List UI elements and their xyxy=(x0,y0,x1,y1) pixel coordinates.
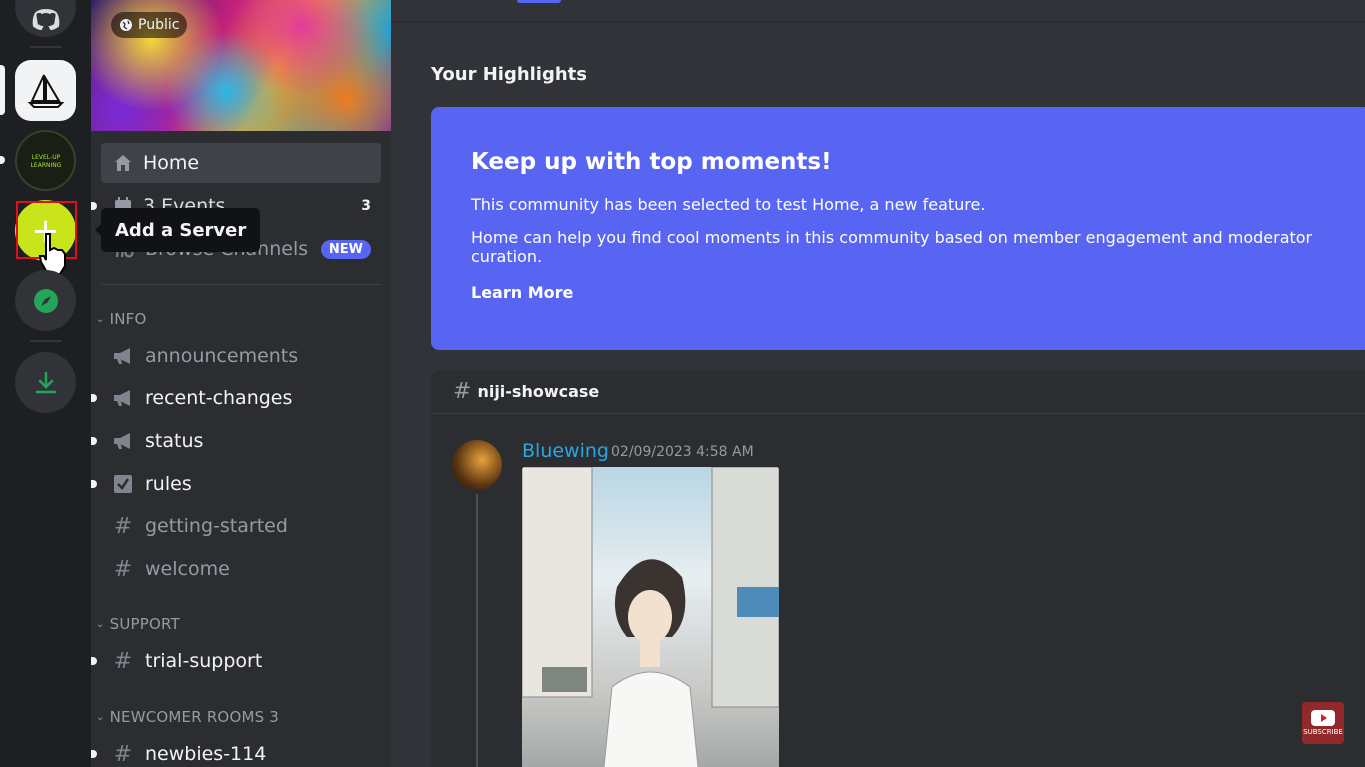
channel-announcements[interactable]: announcements xyxy=(101,338,381,374)
category-newcomer-rooms[interactable]: ⌄ NEWCOMER ROOMS 3 xyxy=(96,708,279,726)
new-badge: NEW xyxy=(320,239,371,259)
hash-icon: # xyxy=(113,513,133,539)
category-support[interactable]: ⌄ SUPPORT xyxy=(96,615,180,633)
active-tab-indicator xyxy=(517,0,561,3)
channel-getting-started[interactable]: # getting-started xyxy=(101,508,381,544)
learn-more-link[interactable]: Learn More xyxy=(471,283,573,302)
thread-line xyxy=(476,494,478,767)
server-midjourney[interactable] xyxy=(15,60,76,121)
discord-home-button[interactable] xyxy=(15,0,76,37)
server-level-up-learning[interactable]: LEVEL-UP LEARNING xyxy=(15,130,76,191)
download-icon xyxy=(35,371,56,393)
post-timestamp: 02/09/2023 4:58 AM xyxy=(611,444,754,460)
unread-dot xyxy=(91,394,97,402)
chevron-down-icon: ⌄ xyxy=(96,618,105,630)
anime-girl-street-illustration xyxy=(522,467,779,767)
explore-servers-button[interactable] xyxy=(15,270,76,331)
rail-separator xyxy=(30,46,62,48)
channel-name: recent-changes xyxy=(145,387,293,409)
rail-separator xyxy=(30,340,62,342)
add-server-tooltip: Add a Server xyxy=(94,208,261,252)
home-icon xyxy=(115,155,131,171)
unread-dot xyxy=(91,657,97,665)
highlights-title: Your Highlights xyxy=(431,64,587,85)
hash-icon: # xyxy=(113,648,133,674)
channel-trial-support[interactable]: # trial-support xyxy=(91,643,381,679)
category-label: INFO xyxy=(109,310,147,328)
public-tag-label: Public xyxy=(138,17,180,33)
channel-name: newbies-114 xyxy=(145,743,267,765)
megaphone-icon xyxy=(111,429,135,453)
channel-name: status xyxy=(145,430,204,452)
channel-rules[interactable]: rules xyxy=(91,466,381,502)
channel-sidebar: Public Home 3 Events 3 Browse Channels N… xyxy=(91,0,391,767)
post-author[interactable]: Bluewing xyxy=(522,440,609,462)
highlights-card: Keep up with top moments! This community… xyxy=(431,107,1365,350)
server-rail: LEVEL-UP LEARNING + xyxy=(0,0,91,767)
play-icon xyxy=(1311,710,1335,726)
discord-window: LEVEL-UP LEARNING + Public Home 3 Events… xyxy=(0,0,1365,767)
category-label: SUPPORT xyxy=(109,615,180,633)
globe-icon xyxy=(120,19,132,31)
post-channel-header[interactable]: # niji-showcase xyxy=(431,370,1365,414)
unread-dot xyxy=(91,437,97,445)
channel-name: trial-support xyxy=(145,650,263,672)
sidebar-item-home[interactable]: Home xyxy=(101,143,381,183)
subscribe-label: SUBSCRIBE xyxy=(1303,728,1343,736)
avatar[interactable] xyxy=(452,440,502,490)
channel-name: rules xyxy=(145,473,192,495)
channel-name: getting-started xyxy=(145,515,288,537)
unread-server-pill xyxy=(0,156,5,164)
checkbox-icon xyxy=(111,472,135,496)
sailboat-icon xyxy=(27,74,64,108)
selected-server-pill xyxy=(0,65,5,115)
events-count-badge: 3 xyxy=(361,198,371,214)
svg-text:LEVEL-UP: LEVEL-UP xyxy=(31,154,60,161)
channel-status[interactable]: status xyxy=(91,423,381,459)
hash-icon: # xyxy=(113,556,133,582)
highlight-post: # niji-showcase Bluewing 02/09/2023 4:58… xyxy=(431,370,1365,767)
card-heading: Keep up with top moments! xyxy=(471,149,832,175)
category-label: NEWCOMER ROOMS 3 xyxy=(109,708,280,726)
home-label: Home xyxy=(143,152,200,174)
svg-text:LEARNING: LEARNING xyxy=(30,162,61,169)
megaphone-icon xyxy=(111,344,135,368)
image-attachment[interactable] xyxy=(522,467,779,767)
chevron-down-icon: ⌄ xyxy=(96,711,105,723)
top-bar xyxy=(391,0,1365,22)
channel-recent-changes[interactable]: recent-changes xyxy=(91,380,381,416)
unread-dot xyxy=(91,480,97,488)
card-line-2: Home can help you find cool moments in t… xyxy=(471,228,1313,266)
channel-name: welcome xyxy=(145,558,230,580)
post-channel-name: niji-showcase xyxy=(477,382,600,401)
sidebar-divider xyxy=(101,284,381,285)
channel-welcome[interactable]: # welcome xyxy=(101,551,381,587)
card-line-1: This community has been selected to test… xyxy=(471,195,986,214)
thread-hash-icon: # xyxy=(113,741,133,767)
youtube-subscribe-watermark[interactable]: SUBSCRIBE xyxy=(1302,702,1344,744)
level-up-learning-logo: LEVEL-UPLEARNING xyxy=(30,154,61,169)
main-content: Your Highlights Keep up with top moments… xyxy=(391,0,1365,767)
unread-dot xyxy=(91,750,97,758)
download-apps-button[interactable] xyxy=(15,352,76,413)
unread-dot xyxy=(91,202,97,210)
channel-name: announcements xyxy=(145,345,299,367)
hash-icon: # xyxy=(453,379,472,404)
chevron-down-icon: ⌄ xyxy=(96,313,105,325)
channel-newbies-114[interactable]: # newbies-114 xyxy=(91,736,381,767)
compass-icon xyxy=(33,288,58,313)
public-tag: Public xyxy=(111,12,188,38)
megaphone-icon xyxy=(111,386,135,410)
server-banner: Public xyxy=(91,0,391,131)
category-info[interactable]: ⌄ INFO xyxy=(96,310,146,328)
discord-logo-icon xyxy=(32,8,59,30)
